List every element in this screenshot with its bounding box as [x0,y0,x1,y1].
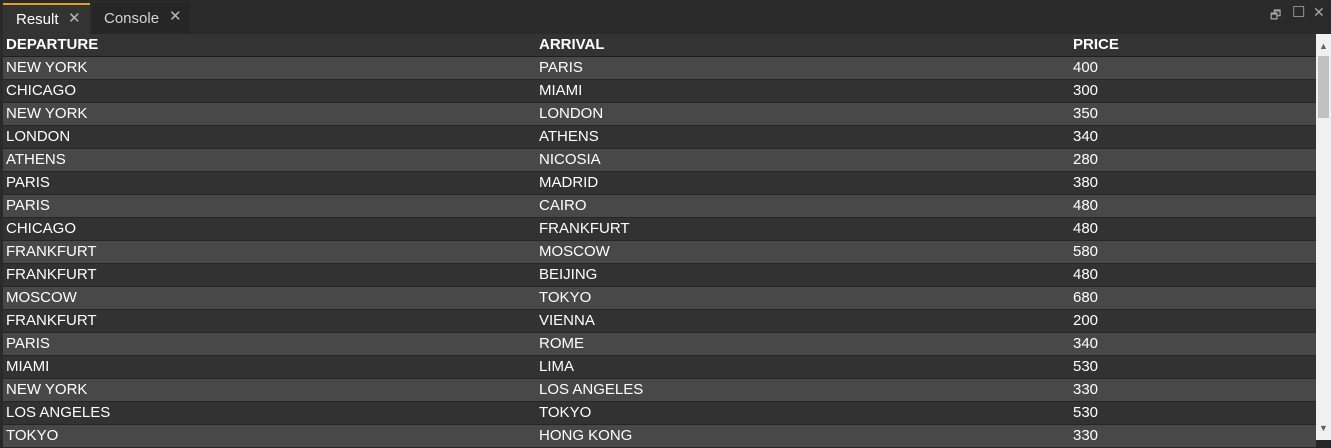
cell-arrival[interactable]: BEIJING [536,263,1070,287]
close-icon[interactable]: ✕ [169,7,182,25]
column-header-arrival[interactable]: ARRIVAL [536,34,1070,57]
cell-departure[interactable]: PARIS [3,332,536,356]
scroll-thumb[interactable] [1318,56,1329,118]
cell-arrival[interactable]: HONG KONG [536,424,1070,448]
cell-price[interactable]: 330 [1070,424,1316,448]
cell-price[interactable]: 480 [1070,263,1316,287]
cell-departure[interactable]: TOKYO [3,424,536,448]
cell-departure[interactable]: NEW YORK [3,56,536,80]
cell-departure[interactable]: PARIS [3,171,536,195]
tab-console-label: Console [104,10,160,27]
cell-arrival[interactable]: VIENNA [536,309,1070,333]
restore-icon[interactable]: 🗗 [1270,6,1281,27]
cell-departure[interactable]: FRANKFURT [3,240,536,264]
cell-price[interactable]: 530 [1070,401,1316,425]
cell-price[interactable]: 300 [1070,79,1316,103]
cell-departure[interactable]: LONDON [3,125,536,149]
cell-departure[interactable]: NEW YORK [3,102,536,126]
column-header-departure[interactable]: DEPARTURE [3,34,536,57]
tab-result-label: Result [16,11,59,28]
cell-arrival[interactable]: TOKYO [536,401,1070,425]
table-row[interactable]: MIAMI LIMA 530 [3,355,1316,379]
table-row[interactable]: NEW YORK PARIS 400 [3,56,1316,80]
table-row[interactable]: MOSCOW TOKYO 680 [3,286,1316,310]
cell-arrival[interactable]: LOS ANGELES [536,378,1070,402]
vertical-scrollbar[interactable]: ▲ ▼ [1316,34,1331,440]
cell-price[interactable]: 380 [1070,171,1316,195]
result-table: DEPARTURE ARRIVAL PRICE NEW YORK PARIS 400… [3,34,1316,448]
cell-departure[interactable]: MOSCOW [3,286,536,310]
cell-price[interactable]: 200 [1070,309,1316,333]
maximize-icon[interactable]: ☐ [1292,3,1305,21]
table-row[interactable]: FRANKFURT VIENNA 200 [3,309,1316,333]
cell-departure[interactable]: NEW YORK [3,378,536,402]
cell-price[interactable]: 330 [1070,378,1316,402]
cell-arrival[interactable]: TOKYO [536,286,1070,310]
cell-departure[interactable]: ATHENS [3,148,536,172]
table-row[interactable]: NEW YORK LONDON 350 [3,102,1316,126]
cell-departure[interactable]: CHICAGO [3,217,536,241]
cell-departure[interactable]: CHICAGO [3,79,536,103]
cell-price[interactable]: 480 [1070,194,1316,218]
table-row[interactable]: FRANKFURT MOSCOW 580 [3,240,1316,264]
table-row[interactable]: PARIS CAIRO 480 [3,194,1316,218]
tab-console[interactable]: Console ✕ [92,3,190,34]
cell-price[interactable]: 350 [1070,102,1316,126]
scroll-down-arrow-icon[interactable]: ▼ [1316,420,1331,436]
tab-result[interactable]: Result ✕ [3,3,90,34]
cell-arrival[interactable]: MADRID [536,171,1070,195]
table-row[interactable]: PARIS MADRID 380 [3,171,1316,195]
cell-arrival[interactable]: MIAMI [536,79,1070,103]
cell-arrival[interactable]: FRANKFURT [536,217,1070,241]
table-row[interactable]: TOKYO HONG KONG 330 [3,424,1316,448]
cell-departure[interactable]: MIAMI [3,355,536,379]
cell-price[interactable]: 280 [1070,148,1316,172]
table-row[interactable]: NEW YORK LOS ANGELES 330 [3,378,1316,402]
table-row[interactable]: CHICAGO MIAMI 300 [3,79,1316,103]
result-panel: DEPARTURE ARRIVAL PRICE NEW YORK PARIS 400… [0,34,1331,448]
cell-arrival[interactable]: ROME [536,332,1070,356]
cell-arrival[interactable]: LIMA [536,355,1070,379]
table-row[interactable]: LONDON ATHENS 340 [3,125,1316,149]
column-header-price[interactable]: PRICE [1070,34,1316,57]
cell-arrival[interactable]: CAIRO [536,194,1070,218]
cell-arrival[interactable]: LONDON [536,102,1070,126]
cell-price[interactable]: 340 [1070,125,1316,149]
cell-departure[interactable]: FRANKFURT [3,263,536,287]
cell-departure[interactable]: LOS ANGELES [3,401,536,425]
table-row[interactable]: PARIS ROME 340 [3,332,1316,356]
cell-arrival[interactable]: ATHENS [536,125,1070,149]
cell-price[interactable]: 580 [1070,240,1316,264]
table-row[interactable]: FRANKFURT BEIJING 480 [3,263,1316,287]
close-icon[interactable]: ✕ [68,9,81,27]
tab-bar: Result ✕ Console ✕ 🗗 ☐ ✕ [0,0,1331,34]
cell-price[interactable]: 530 [1070,355,1316,379]
cell-arrival[interactable]: MOSCOW [536,240,1070,264]
close-icon[interactable]: ✕ [1313,4,1325,21]
cell-price[interactable]: 340 [1070,332,1316,356]
cell-departure[interactable]: FRANKFURT [3,309,536,333]
cell-arrival[interactable]: NICOSIA [536,148,1070,172]
cell-price[interactable]: 480 [1070,217,1316,241]
cell-price[interactable]: 400 [1070,56,1316,80]
table-header-row: DEPARTURE ARRIVAL PRICE [3,34,1316,57]
table-row[interactable]: LOS ANGELES TOKYO 530 [3,401,1316,425]
cell-arrival[interactable]: PARIS [536,56,1070,80]
cell-price[interactable]: 680 [1070,286,1316,310]
table-row[interactable]: CHICAGO FRANKFURT 480 [3,217,1316,241]
table-row[interactable]: ATHENS NICOSIA 280 [3,148,1316,172]
scroll-up-arrow-icon[interactable]: ▲ [1316,38,1331,54]
cell-departure[interactable]: PARIS [3,194,536,218]
